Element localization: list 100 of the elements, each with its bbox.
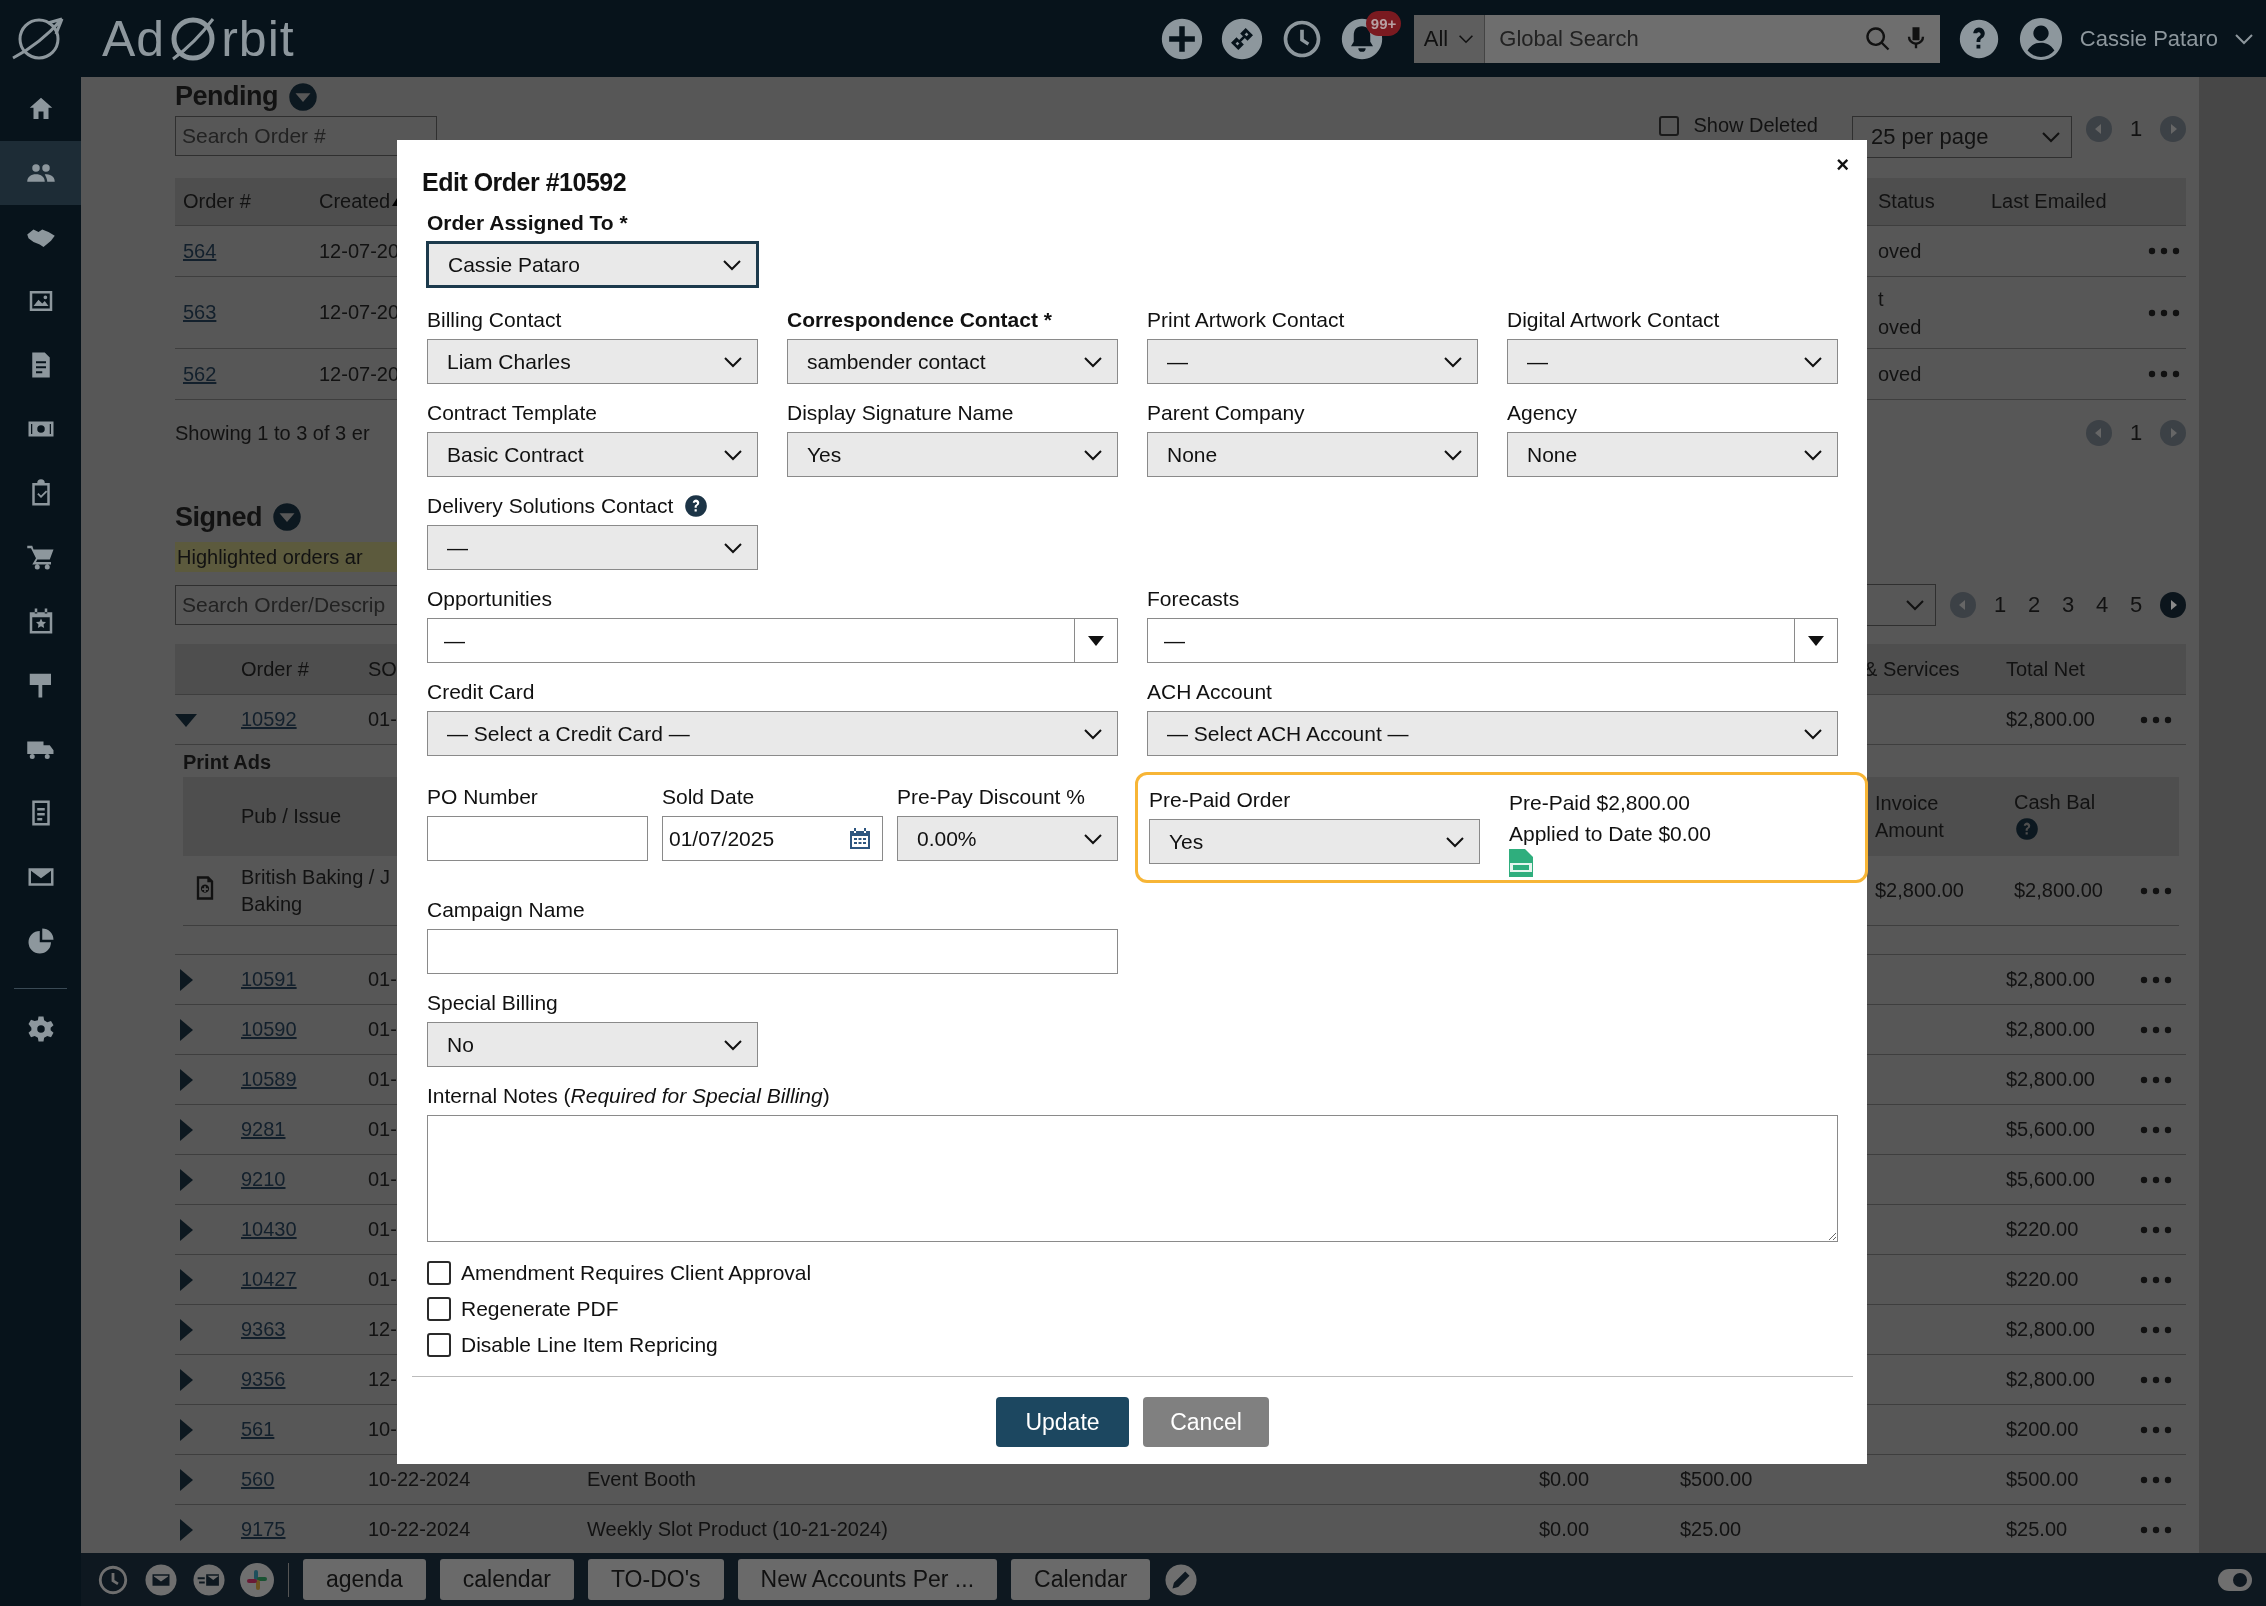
checkbox[interactable] [427, 1333, 451, 1357]
assignee-dropdown[interactable]: Cassie Pataro [427, 242, 758, 287]
more-options-icon[interactable] [2140, 1175, 2172, 1184]
order-link[interactable]: 9175 [241, 1518, 286, 1540]
order-link[interactable]: 561 [241, 1418, 275, 1440]
more-options-icon[interactable] [2148, 308, 2180, 317]
order-link[interactable]: 9356 [241, 1368, 286, 1390]
more-options-icon[interactable] [2140, 1025, 2172, 1034]
more-options-icon[interactable] [2148, 370, 2180, 378]
page-number[interactable]: 1 [2126, 420, 2146, 446]
taskbar-tab[interactable]: New Accounts Per ... [737, 1559, 998, 1600]
combo-field[interactable]: — [1147, 618, 1838, 663]
campaign-name-field[interactable] [427, 929, 1118, 974]
more-options-icon[interactable] [2140, 1125, 2172, 1134]
close-button[interactable]: × [1832, 150, 1853, 180]
checkbox[interactable] [1659, 116, 1680, 136]
user-name[interactable]: Cassie Pataro [2079, 25, 2218, 52]
select-field[interactable]: Yes [787, 432, 1118, 477]
collapse-icon[interactable] [288, 81, 318, 112]
order-link[interactable]: 10589 [241, 1068, 297, 1090]
envelope-icon[interactable] [144, 1562, 178, 1597]
select-field[interactable]: Liam Charles [427, 339, 758, 384]
order-link[interactable]: 10592 [241, 708, 297, 730]
previous-page-icon[interactable] [2086, 116, 2112, 142]
previous-page-icon[interactable] [2086, 420, 2112, 446]
select-field[interactable]: 0.00% [897, 816, 1118, 861]
page-number[interactable]: 3 [2058, 592, 2078, 618]
checkbox[interactable] [427, 1261, 451, 1285]
more-options-icon[interactable] [2140, 1525, 2172, 1534]
checkbox[interactable] [427, 1297, 451, 1321]
order-link[interactable]: 564 [183, 239, 217, 262]
date-field[interactable]: 01/07/2025 [662, 816, 883, 861]
dropdown-arrow-icon[interactable] [1808, 635, 1824, 646]
select-field[interactable]: — [1147, 339, 1478, 384]
dropdown-arrow-icon[interactable] [1088, 635, 1104, 646]
select-field[interactable]: Yes [1149, 819, 1480, 864]
more-options-icon[interactable] [2140, 975, 2172, 984]
column-header[interactable]: Order # [241, 657, 309, 681]
avatar-icon[interactable] [2017, 15, 2064, 62]
more-options-icon[interactable] [2140, 1275, 2172, 1284]
chat-app-icon[interactable] [240, 1562, 274, 1597]
pencil-icon[interactable] [1164, 1562, 1199, 1597]
next-page-icon[interactable] [2160, 592, 2186, 618]
taskbar-tab[interactable]: calendar [439, 1559, 574, 1600]
more-options-icon[interactable] [2140, 1325, 2172, 1334]
order-link[interactable]: 563 [183, 301, 217, 323]
notes-field[interactable] [427, 1115, 1838, 1242]
page-number[interactable]: 5 [2126, 592, 2146, 618]
more-options-icon[interactable] [2140, 1425, 2172, 1434]
po-number-field[interactable] [427, 816, 648, 861]
column-header[interactable]: Created [319, 190, 391, 213]
sidebar-item[interactable] [0, 141, 81, 205]
more-options-icon[interactable] [2140, 1375, 2172, 1384]
more-options-icon[interactable] [2140, 886, 2172, 895]
order-link[interactable]: 10590 [241, 1018, 297, 1040]
add-icon[interactable] [1159, 16, 1204, 61]
select-field[interactable]: — [1507, 339, 1838, 384]
more-options-icon[interactable] [2140, 1475, 2172, 1484]
pdf-file-icon[interactable] [1509, 849, 1533, 877]
more-options-icon[interactable] [2140, 1225, 2172, 1234]
toggle-icon[interactable] [2218, 1568, 2252, 1591]
page-number[interactable]: 1 [1990, 592, 2010, 618]
collapse-icon[interactable] [272, 502, 302, 532]
more-options-icon[interactable] [2140, 1075, 2172, 1084]
update-button[interactable]: Update [996, 1397, 1129, 1447]
page-number[interactable]: 1 [2126, 116, 2146, 142]
select-field[interactable]: sambender contact [787, 339, 1118, 384]
page-number[interactable]: 2 [2024, 592, 2044, 618]
search-icon[interactable] [1863, 24, 1892, 53]
order-link[interactable]: 9281 [241, 1118, 286, 1140]
select-field[interactable]: None [1147, 432, 1478, 477]
column-header[interactable]: Order # [175, 190, 251, 213]
search-scope-dropdown[interactable]: All [1413, 14, 1486, 63]
select-field[interactable]: Basic Contract [427, 432, 758, 477]
page-size-dropdown[interactable]: 25 per page [1852, 116, 2072, 158]
select-field[interactable]: — Select ACH Account — [1147, 711, 1838, 756]
combo-field[interactable]: — [427, 618, 1118, 663]
select-field[interactable]: No [427, 1022, 758, 1067]
more-options-icon[interactable] [2140, 715, 2172, 724]
order-link[interactable]: 10430 [241, 1218, 297, 1240]
global-search-field[interactable]: All Global Search [1413, 14, 1940, 63]
link-icon[interactable] [1219, 16, 1264, 61]
order-link[interactable]: 9210 [241, 1168, 286, 1190]
order-link[interactable]: 560 [241, 1468, 275, 1490]
cancel-button[interactable]: Cancel [1143, 1397, 1269, 1447]
column-header[interactable]: SO [368, 657, 397, 681]
taskbar-tab[interactable]: Calendar [1011, 1559, 1151, 1600]
column-header[interactable]: Status [1870, 190, 1935, 213]
more-options-icon[interactable] [2148, 247, 2180, 255]
taskbar-tab[interactable]: TO-DO's [588, 1559, 724, 1600]
order-link[interactable]: 9363 [241, 1318, 286, 1340]
page-number[interactable]: 4 [2092, 592, 2112, 618]
column-header[interactable]: Total Net [2006, 657, 2085, 681]
order-link[interactable]: 10427 [241, 1268, 297, 1290]
select-field[interactable]: — [427, 525, 758, 570]
taskbar-tab[interactable]: agenda [303, 1559, 426, 1600]
order-link[interactable]: 10591 [241, 968, 297, 990]
message-icon[interactable] [192, 1562, 226, 1597]
order-link[interactable]: 562 [183, 362, 217, 385]
select-field[interactable]: — Select a Credit Card — [427, 711, 1118, 756]
